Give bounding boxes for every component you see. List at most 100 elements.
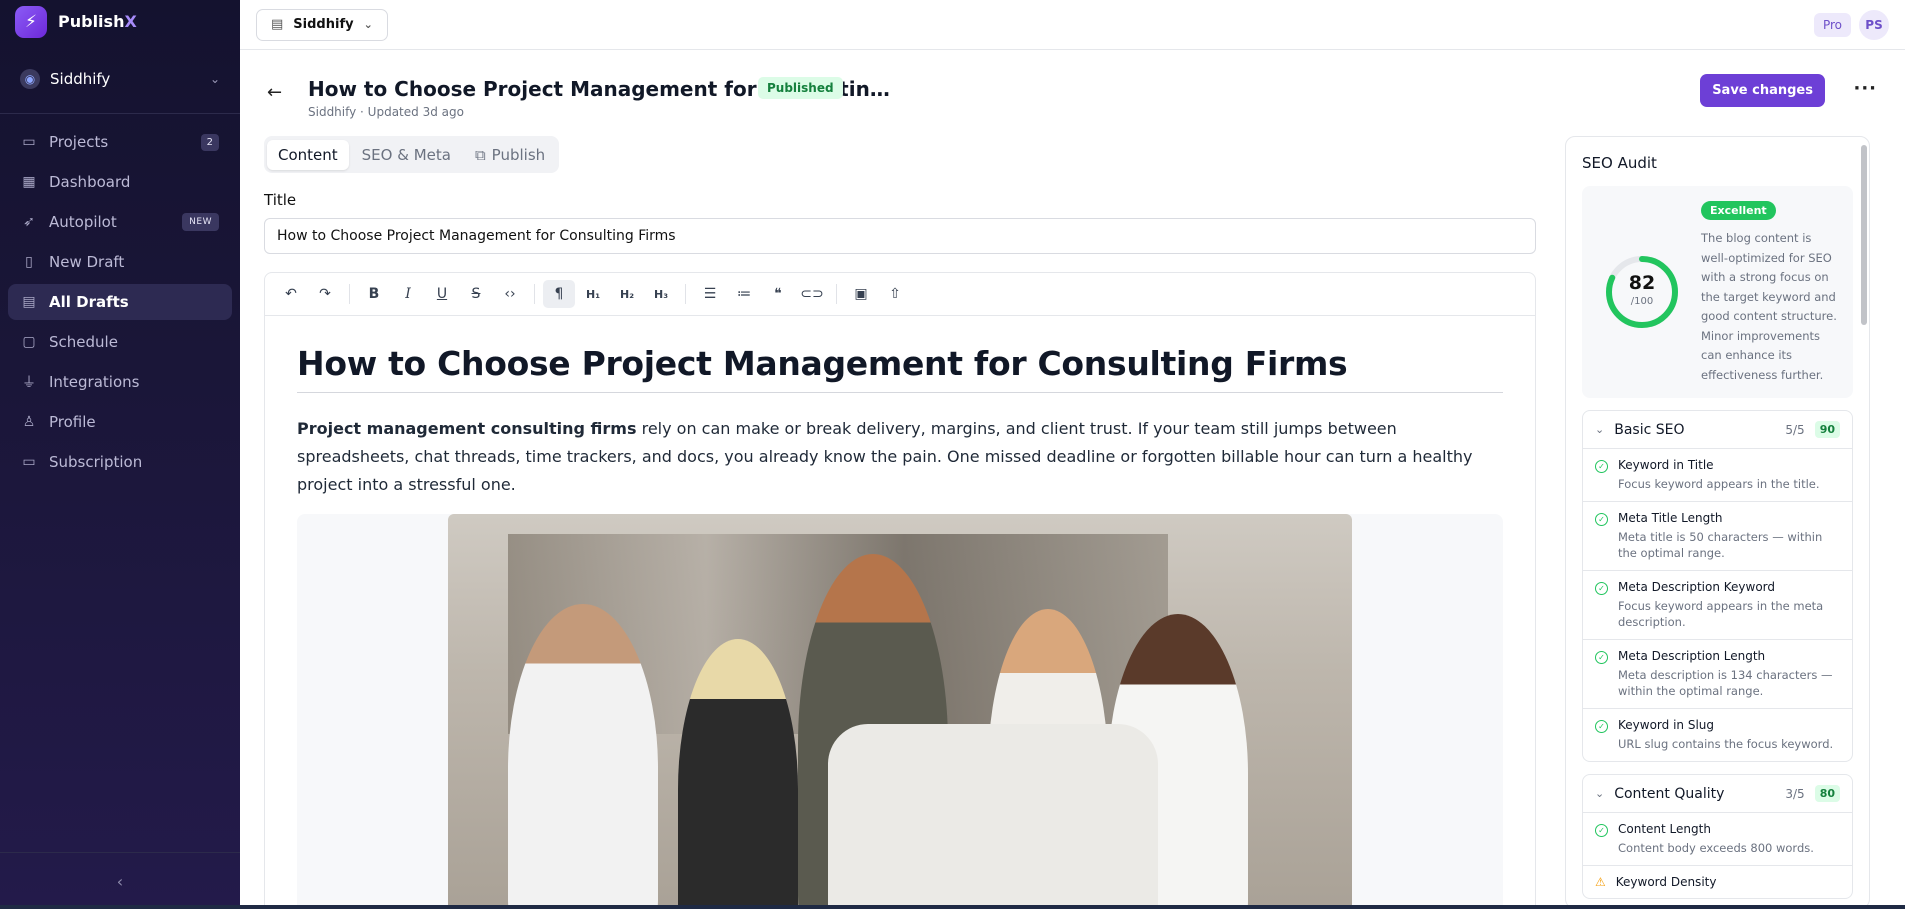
image-block[interactable]: [297, 514, 1503, 909]
sidebar-item-label: All Drafts: [49, 293, 129, 311]
quote-icon[interactable]: ❝: [762, 280, 794, 308]
undo-icon[interactable]: ↶: [275, 280, 307, 308]
chevron-down-icon: ⌄: [363, 18, 373, 31]
document-icon: ▤: [271, 17, 284, 32]
sidebar-item-all-drafts[interactable]: ▤ All Drafts: [8, 284, 232, 320]
back-arrow-icon[interactable]: ←: [267, 82, 282, 103]
content-heading: How to Choose Project Management for Con…: [297, 344, 1503, 393]
chevron-left-icon: ‹: [116, 871, 124, 891]
count-badge: 2: [200, 133, 219, 151]
editor-content[interactable]: How to Choose Project Management for Con…: [265, 316, 1535, 909]
sidebar-item-profile[interactable]: ♙ Profile: [8, 404, 232, 440]
link-icon[interactable]: ⊂⊃: [796, 280, 828, 308]
check-item: ⚠ Keyword Density: [1583, 866, 1852, 898]
image-icon[interactable]: ▣: [845, 280, 877, 308]
calendar-icon: ▢: [22, 334, 36, 350]
heading-2-icon[interactable]: H₂: [611, 280, 643, 308]
check-desc: Meta description is 134 characters — wit…: [1618, 668, 1833, 698]
rating-badge: Excellent: [1701, 201, 1776, 220]
editor-toolbar: ↶ ↷ B I U S ‹› ¶ H₁ H₂ H₃ ☰ ≔ ❝ ⊂⊃ ▣ ⇧: [265, 273, 1535, 316]
check-item: ✓ Meta Title Length Meta title is 50 chara…: [1583, 502, 1852, 571]
sidebar-item-integrations[interactable]: ⏚ Integrations: [8, 364, 232, 400]
warning-icon: ⚠: [1595, 875, 1606, 889]
section-header[interactable]: ⌄ Content Quality 3/5 80: [1583, 775, 1852, 813]
sidebar-item-dashboard[interactable]: ▦ Dashboard: [8, 164, 232, 200]
save-button[interactable]: Save changes: [1700, 74, 1825, 107]
underline-icon[interactable]: U: [426, 280, 458, 308]
sidebar-item-new-draft[interactable]: ▯ New Draft: [8, 244, 232, 280]
check-title: Meta Title Length: [1618, 511, 1723, 525]
title-input[interactable]: [264, 218, 1536, 254]
section-count: 5/5: [1785, 422, 1805, 437]
section-score: 80: [1814, 785, 1840, 802]
paragraph-icon[interactable]: ¶: [543, 280, 575, 308]
check-title: Content Length: [1618, 822, 1711, 836]
check-desc: Focus keyword appears in the meta descri…: [1618, 599, 1824, 629]
sidebar-item-autopilot[interactable]: ➶ Autopilot NEW: [8, 204, 232, 240]
project-selector[interactable]: ▤ Siddhify ⌄: [256, 8, 388, 41]
file-text-icon: ▤: [22, 294, 36, 310]
section-basic-seo: ⌄ Basic SEO 5/5 90 ✓ Keyword in Title Focu…: [1582, 410, 1853, 762]
check-item: ✓ Meta Description Keyword Focus keyword a…: [1583, 571, 1852, 640]
check-title: Meta Description Keyword: [1618, 580, 1776, 594]
code-icon[interactable]: ‹›: [494, 280, 526, 308]
bottom-edge: [0, 905, 1905, 909]
numbered-list-icon[interactable]: ≔: [728, 280, 760, 308]
check-desc: Meta title is 50 characters — within the…: [1618, 530, 1823, 560]
bold-icon[interactable]: B: [358, 280, 390, 308]
sidebar-item-label: Profile: [49, 413, 96, 431]
strikethrough-icon[interactable]: S: [460, 280, 492, 308]
globe-icon: ◉: [20, 69, 40, 89]
italic-icon[interactable]: I: [392, 280, 424, 308]
collapse-sidebar-button[interactable]: ‹: [0, 852, 240, 909]
tab-seo-meta[interactable]: SEO & Meta: [351, 140, 462, 170]
more-options-icon[interactable]: ···: [1853, 78, 1877, 99]
tab-content[interactable]: Content: [267, 139, 349, 170]
document-header: ← How to Choose Project Management for C…: [267, 74, 1877, 124]
topbar-right: Pro PS: [1813, 9, 1889, 40]
heading-3-icon[interactable]: H₃: [645, 280, 677, 308]
check-circle-icon: ✓: [1595, 824, 1608, 837]
upload-icon[interactable]: ⇧: [879, 280, 911, 308]
check-title: Keyword in Slug: [1618, 718, 1714, 732]
check-title: Keyword Density: [1615, 875, 1717, 889]
rich-text-editor: ↶ ↷ B I U S ‹› ¶ H₁ H₂ H₃ ☰ ≔ ❝ ⊂⊃ ▣ ⇧ H…: [264, 272, 1536, 909]
avatar[interactable]: PS: [1859, 9, 1889, 40]
bullet-list-icon[interactable]: ☰: [694, 280, 726, 308]
section-count: 3/5: [1785, 786, 1805, 801]
workspace-name: Siddhify: [50, 70, 111, 88]
check-title: Meta Description Length: [1618, 649, 1766, 663]
sidebar-item-label: Projects: [49, 133, 109, 151]
plan-badge: Pro: [1813, 12, 1851, 37]
brand[interactable]: ⚡ PublishX: [0, 0, 240, 43]
check-circle-icon: ✓: [1595, 513, 1608, 526]
sidebar-item-subscription[interactable]: ▭ Subscription: [8, 444, 232, 480]
scrollbar[interactable]: [1861, 145, 1867, 325]
document-meta: Siddhify · Updated 3d ago: [308, 105, 464, 119]
sidebar-item-label: New Draft: [49, 253, 125, 271]
section-score: 90: [1814, 421, 1840, 438]
sidebar-item-projects[interactable]: ▭ Projects 2: [8, 124, 232, 160]
score-summary: The blog content is well-optimized for S…: [1701, 231, 1837, 382]
sidebar-nav: ▭ Projects 2 ▦ Dashboard ➶ Autopilot NEW ▯ New…: [0, 124, 240, 480]
sidebar-item-label: Dashboard: [49, 173, 131, 191]
divider: [534, 284, 535, 304]
section-content-quality: ⌄ Content Quality 3/5 80 ✓ Content Length…: [1582, 774, 1853, 899]
sidebar-item-schedule[interactable]: ▢ Schedule: [8, 324, 232, 360]
tab-publish[interactable]: ⧉ Publish: [464, 140, 556, 170]
user-icon: ♙: [22, 414, 36, 430]
content-paragraph: Project management consulting firms rely…: [297, 415, 1503, 499]
workspace-selector[interactable]: ◉ Siddhify ⌄: [10, 59, 230, 99]
check-circle-icon: ✓: [1595, 651, 1608, 664]
check-title: Keyword in Title: [1618, 458, 1714, 472]
sidebar-item-label: Integrations: [49, 373, 140, 391]
external-link-icon: ⧉: [474, 145, 486, 164]
bold-text: Project management consulting firms: [297, 419, 637, 438]
topbar: ▤ Siddhify ⌄ Pro PS: [240, 0, 1905, 50]
status-badge: Published: [758, 77, 843, 99]
score-max: /100: [1630, 296, 1654, 307]
heading-1-icon[interactable]: H₁: [577, 280, 609, 308]
section-header[interactable]: ⌄ Basic SEO 5/5 90: [1583, 411, 1852, 449]
redo-icon[interactable]: ↷: [309, 280, 341, 308]
team-photo: [448, 514, 1352, 909]
